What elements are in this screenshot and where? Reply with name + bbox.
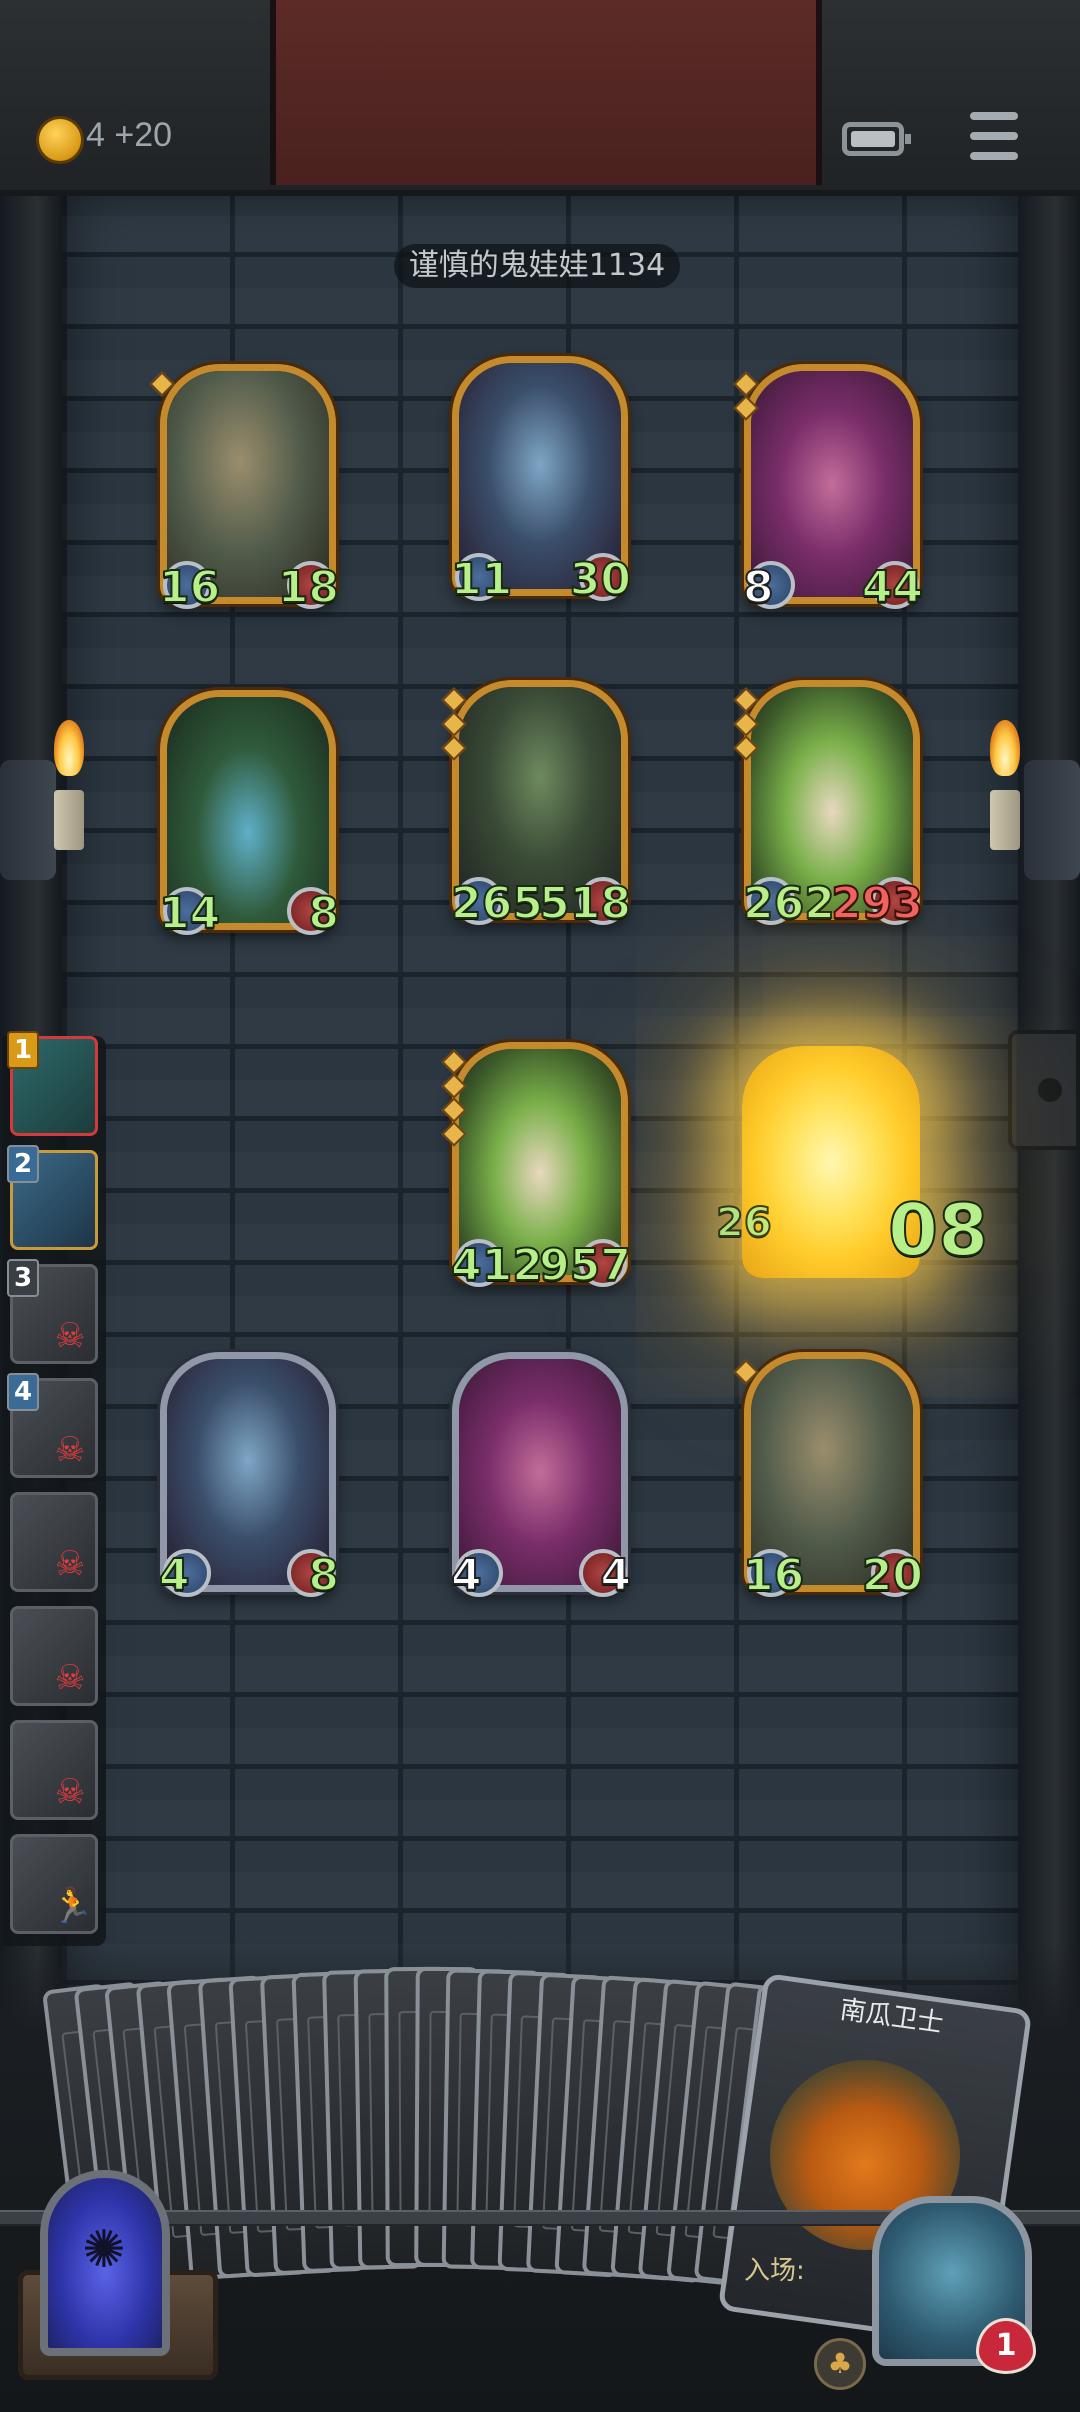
health-value: 8 [307,887,340,940]
attack-value: 262 [742,877,836,930]
player-card-mushroom-spider[interactable]: 16 20 [733,1352,924,1602]
ranking-item[interactable]: ☠ [10,1720,98,1820]
health-value: 30 [569,553,632,606]
door-latch [1008,1030,1080,1150]
health-value: 18 [277,561,340,614]
coin-counter: 4 +20 [86,116,172,155]
opponent-name: 谨慎的鬼娃娃1134 [394,244,680,288]
attack-value: 14 [158,887,221,940]
health-value: 20 [861,1549,924,1602]
coin-icon [36,116,84,164]
coin-bonus: +20 [114,116,173,154]
coin-count: 4 [86,116,105,154]
ranking-item[interactable]: 3 ☠ [7,1259,98,1364]
ranking-item[interactable]: 4 ☠ [7,1373,98,1478]
battery-fill [851,131,895,147]
rank-badge: 2 [7,1145,39,1183]
menu-line [970,152,1018,160]
menu-icon[interactable] [970,112,1018,160]
star-rating [733,1359,759,1387]
health-value: 957 [538,1239,632,1292]
attack-value: 8 [742,561,775,614]
ranking-item[interactable]: 1 [7,1031,98,1136]
skull-icon: ☠ [54,1430,86,1470]
rank-badge: 3 [7,1259,39,1297]
right-sconce [1024,760,1080,880]
skull-icon: ☠ [54,1658,86,1698]
glowing-attack-value: 26 [715,1199,773,1247]
attack-value: 4 [158,1549,191,1602]
player-card-clown[interactable]: 4 4 [450,1352,632,1602]
running-figure-icon: 🏃 [51,1886,94,1926]
player-card-leaf-girl[interactable]: 412 957 [441,1042,632,1292]
top-curtain [270,0,822,185]
ranking-item[interactable]: ☠ [10,1606,98,1706]
enemy-card-mushroom-spider[interactable]: 16 18 [149,364,340,614]
attack-value: 16 [742,1549,805,1602]
star-rating [733,371,759,423]
left-candle [54,790,84,850]
enemy-card-clown[interactable]: 8 44 [733,364,924,614]
skull-icon: ☠ [54,1316,86,1356]
star-rating [441,1049,467,1149]
skull-icon: ☠ [54,1544,86,1584]
menu-line [970,112,1018,120]
health-value: 518 [538,877,632,930]
star-rating [441,687,467,763]
attack-value: 11 [450,553,513,606]
attack-value: 4 [450,1549,483,1602]
battery-icon [842,122,911,156]
health-value: 4 [599,1549,632,1602]
attack-value: 412 [450,1239,544,1292]
glowing-health-value: 08 [887,1187,989,1273]
left-sconce [0,760,56,880]
attack-value: 265 [450,877,544,930]
player-ranking-list: 1 2 3 ☠ 4 ☠ ☠ ☠ ☠ 🏃 [2,1031,106,1946]
right-candle [990,790,1020,850]
enemy-card-blue-elf[interactable]: 11 30 [450,356,632,606]
enemy-card-vine-skull[interactable]: 14 8 [158,690,340,940]
rank-badge: 4 [7,1373,39,1411]
ranking-item[interactable]: 🏃 [10,1834,98,1934]
star-rating [149,371,175,399]
enemy-card-fanged-plant[interactable]: 265 518 [441,680,632,930]
bell-icon[interactable]: ♣ [814,2338,866,2390]
ranking-item[interactable]: 2 [7,1145,98,1250]
player-card-blue-elf[interactable]: 4 8 [158,1352,340,1602]
health-value: 44 [861,561,924,614]
entry-label: 入场: [744,2256,805,2286]
attack-value: 16 [158,561,221,614]
tentacle-monster-icon: ✺ [82,2220,126,2280]
star-rating [733,687,759,763]
health-value: 8 [307,1549,340,1602]
left-flame-icon [54,720,84,776]
health-value: 293 [830,877,924,930]
enemy-card-leaf-girl[interactable]: 262 293 [733,680,924,930]
menu-line [970,132,1018,140]
ranking-item[interactable]: ☠ [10,1492,98,1592]
rank-badge: 1 [7,1031,39,1069]
right-flame-icon [990,720,1020,776]
portal-button[interactable]: ✺ [40,2170,170,2356]
skull-icon: ☠ [54,1772,86,1812]
